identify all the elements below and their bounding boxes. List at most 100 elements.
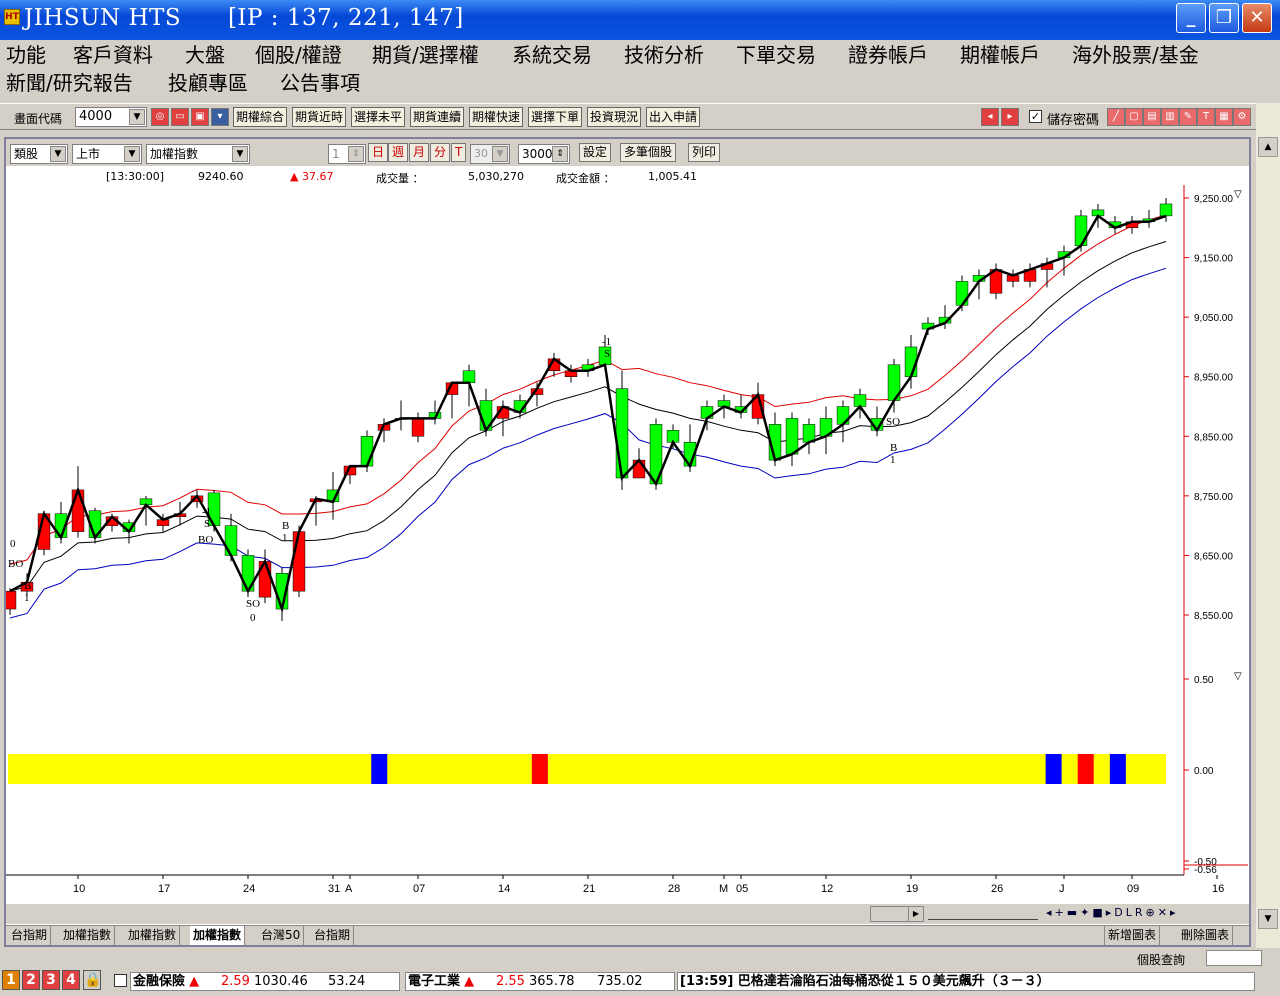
period-tick[interactable]: T [451, 143, 467, 162]
draw-mark-icon[interactable]: ▥ [1161, 108, 1179, 126]
grid-tool-icon[interactable]: ▦ [1215, 108, 1233, 126]
chevron-down-icon[interactable]: ▼ [232, 146, 248, 162]
page-4-button[interactable]: 4 [62, 970, 80, 990]
market-select[interactable]: 上市 ▼ [72, 144, 142, 164]
spinner-icon[interactable]: ⇕ [552, 146, 568, 162]
scroll-up-icon[interactable]: ▲ [1258, 137, 1278, 157]
func-button[interactable]: 選擇下單 [528, 107, 583, 127]
news-ticker[interactable]: [13:59] 巴格達若淪陷石油每桶恐從１５０美元飆升（３－３） [677, 972, 1255, 991]
menu-overseas[interactable]: 海外股票/基金 [1072, 41, 1199, 69]
period-month[interactable]: 月 [409, 143, 430, 162]
quote-time: [13:30:00] [106, 170, 164, 183]
multi-stock-button[interactable]: 多筆個股 [620, 143, 677, 162]
candle-body [615, 388, 629, 479]
chevron-down-icon[interactable]: ▼ [492, 146, 508, 162]
screen-code-input[interactable]: 4000 ▼ [75, 107, 147, 127]
tab-chart[interactable]: 台指期 [8, 926, 52, 945]
candle-body [462, 370, 476, 383]
delete-chart-button[interactable]: 刪除圖表 [1178, 926, 1234, 945]
menu-system-trade[interactable]: 系統交易 [512, 41, 592, 69]
arrow-right-icon[interactable]: ▸ [1001, 108, 1019, 126]
scroll-right-icon[interactable]: ▶ [908, 906, 924, 922]
add-chart-button[interactable]: 新增圖表 [1104, 926, 1161, 945]
dropdown-icon[interactable]: ▾ [211, 108, 229, 126]
period-minute[interactable]: 分 [430, 143, 451, 162]
page-2-button[interactable]: 2 [22, 970, 40, 990]
signal-blue [1109, 754, 1126, 784]
text-tool-icon[interactable]: T [1197, 108, 1215, 126]
vertical-scrollbar[interactable]: ▲ ▼ [1256, 103, 1280, 948]
y-tick-label: 8,650.00 [1194, 551, 1233, 562]
stock-query-input[interactable] [1206, 950, 1262, 966]
func-button[interactable]: 出入申請 [646, 107, 701, 127]
folder-icon[interactable]: ▭ [171, 108, 189, 126]
signal-label: 1 [890, 454, 896, 466]
func-button[interactable]: 期權快速 [469, 107, 524, 127]
tab-chart-active[interactable]: 加權指數 [190, 926, 246, 945]
save-icon[interactable]: ▣ [191, 108, 209, 126]
menu-stock-warrant[interactable]: 個股/權證 [255, 41, 342, 69]
spinner-icon[interactable]: ⇕ [348, 146, 364, 162]
menu-advisor[interactable]: 投顧專區 [168, 69, 248, 97]
minimize-button[interactable]: _ [1176, 3, 1206, 33]
menu-securities-account[interactable]: 證券帳戶 [848, 41, 928, 69]
quote-checkbox[interactable] [114, 974, 127, 987]
x-tick-label: 10 [73, 883, 85, 895]
draw-pen-icon[interactable]: ✎ [1179, 108, 1197, 126]
tab-chart[interactable]: 加權指數 [60, 926, 116, 945]
menu-technical[interactable]: 技術分析 [624, 41, 704, 69]
save-password-checkbox[interactable]: ✓ [1029, 110, 1042, 123]
category-select[interactable]: 類股 ▼ [10, 144, 68, 164]
signal-label: 1 [282, 532, 288, 544]
tab-chart[interactable]: 台灣50 [258, 926, 305, 945]
signal-label: -1 [602, 336, 611, 348]
minute-spinner[interactable]: 30 ▼ [470, 144, 510, 164]
chevron-down-icon[interactable]: ▼ [124, 146, 140, 162]
count-spinner[interactable]: 30000 ⇕ [518, 144, 570, 164]
lock-icon[interactable]: 🔒 [83, 970, 101, 990]
y-tick-label: 8,550.00 [1194, 611, 1233, 622]
func-button[interactable]: 期貨近時 [292, 107, 347, 127]
draw-line-icon[interactable]: ╱ [1107, 108, 1125, 126]
zoom-slider[interactable] [928, 908, 1038, 920]
menu-function[interactable]: 功能 [6, 41, 46, 69]
func-button[interactable]: 期權綜合 [233, 107, 288, 127]
scroll-down-icon[interactable]: ▼ [1258, 909, 1278, 929]
menu-news[interactable]: 新聞/研究報告 [6, 69, 133, 97]
period-spinner[interactable]: 1 ⇕ [328, 144, 366, 164]
menu-announce[interactable]: 公告事項 [280, 69, 360, 97]
func-button[interactable]: 期貨連續 [410, 107, 465, 127]
x-tick-label: 09 [1127, 883, 1139, 895]
chart-scroll-bar[interactable]: ▶ ◂+▬✦■▸DLR⊕✕▸ [6, 904, 1249, 924]
chevron-down-icon[interactable]: ▼ [129, 109, 145, 125]
index-select[interactable]: 加權指數 ▼ [146, 144, 250, 164]
chart-nav-icons[interactable]: ◂+▬✦■▸DLR⊕✕▸ [1046, 906, 1246, 922]
tab-chart[interactable]: 加權指數 [125, 926, 181, 945]
search-icon[interactable]: ◎ [151, 108, 169, 126]
print-button[interactable]: 列印 [688, 143, 721, 162]
price-info-bar: [13:30:00] 9240.60 ▲ 37.67 成交量 ： 5,030,2… [6, 167, 1249, 185]
menu-futures-options[interactable]: 期貨/選擇權 [372, 41, 479, 69]
menu-customer[interactable]: 客戶資料 [73, 41, 153, 69]
draw-box-icon[interactable]: ▢ [1125, 108, 1143, 126]
menu-market[interactable]: 大盤 [185, 41, 225, 69]
menu-order[interactable]: 下單交易 [736, 41, 816, 69]
signal-label: S [204, 518, 210, 530]
close-button[interactable]: ✕ [1242, 3, 1272, 33]
page-1-button[interactable]: 1 [2, 970, 20, 990]
candlestick-chart[interactable]: 9,250.00 9,150.00 9,050.00 8,950.00 8,850.00… [6, 185, 1249, 903]
tab-chart[interactable]: 台指期 [311, 926, 355, 945]
period-day[interactable]: 日 [368, 143, 389, 162]
settings-tool-icon[interactable]: ⚙ [1233, 108, 1251, 126]
draw-fill-icon[interactable]: ▤ [1143, 108, 1161, 126]
menu-options-account[interactable]: 期權帳戶 [960, 41, 1040, 69]
chevron-down-icon[interactable]: ▼ [50, 146, 66, 162]
x-tick-label: 19 [906, 883, 918, 895]
func-button[interactable]: 選擇未平 [351, 107, 406, 127]
page-3-button[interactable]: 3 [42, 970, 60, 990]
period-week[interactable]: 週 [388, 143, 409, 162]
func-button[interactable]: 投資現況 [587, 107, 642, 127]
settings-button[interactable]: 設定 [579, 143, 612, 162]
maximize-button[interactable]: ❐ [1209, 3, 1239, 33]
arrow-left-icon[interactable]: ◂ [981, 108, 999, 126]
